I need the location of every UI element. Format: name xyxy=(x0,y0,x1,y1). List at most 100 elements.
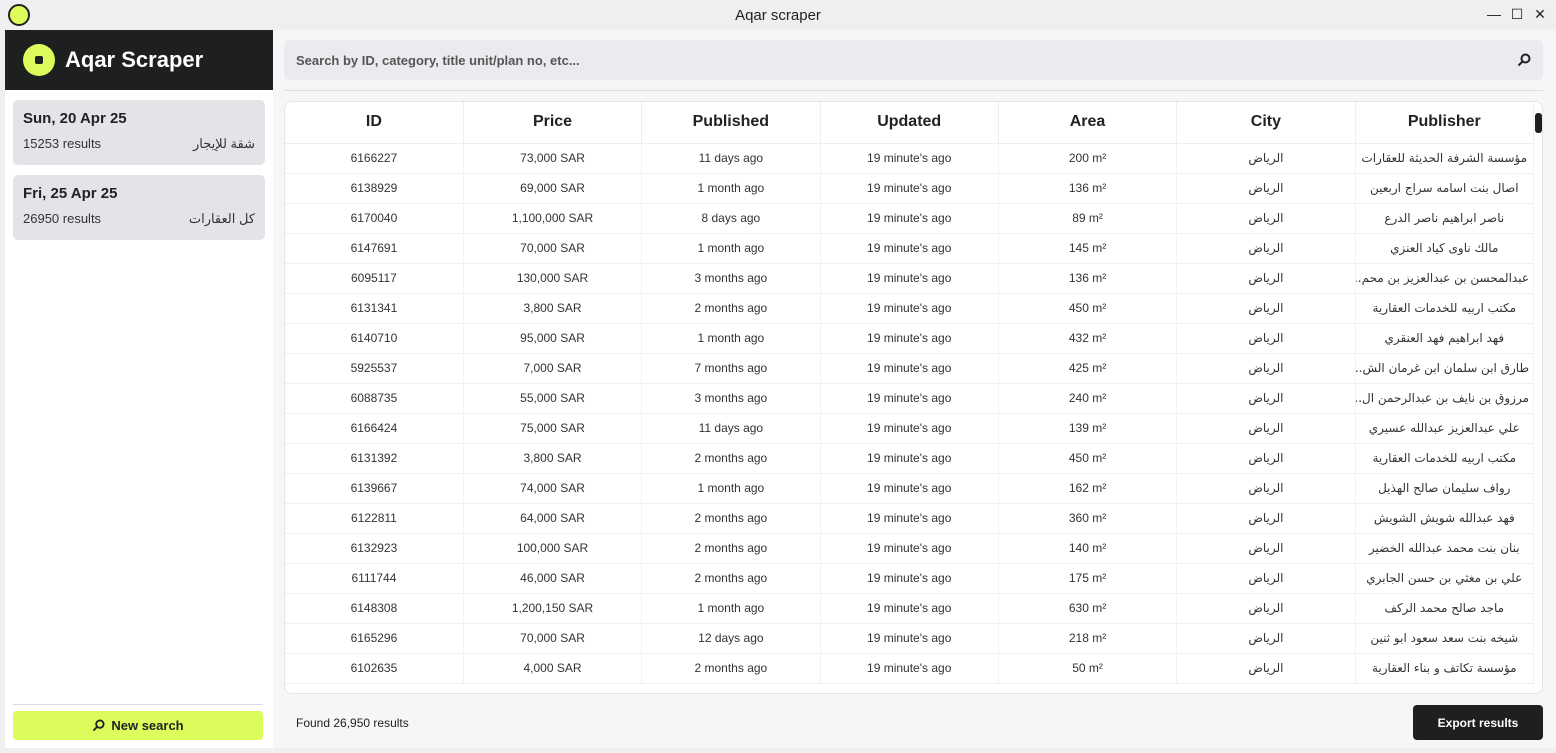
cell-published: 1 month ago xyxy=(641,173,821,204)
cell-published: 1 month ago xyxy=(641,473,821,504)
cell-published: 2 months ago xyxy=(641,653,821,684)
cell-city: الرياض xyxy=(1176,293,1356,324)
export-results-button[interactable]: Export results xyxy=(1413,705,1543,740)
cell-published: 2 months ago xyxy=(641,533,821,564)
search-input[interactable] xyxy=(296,52,1446,68)
cell-publisher: مرزوق بن نايف بن عبدالرحمن ال... xyxy=(1355,383,1535,414)
scrollbar-thumb[interactable] xyxy=(1535,113,1542,133)
results-table: ID Price Published Updated Area City Publisher… xyxy=(284,101,1543,694)
table-row[interactable]: 6138929 69,000 SAR 1 month ago 19 minute's … xyxy=(285,173,1535,204)
history-results: 26950 results xyxy=(23,211,102,226)
new-search-label: New search xyxy=(111,718,184,733)
cell-city: الرياض xyxy=(1176,563,1356,594)
minimize-button[interactable]: — xyxy=(1486,6,1502,22)
cell-price: 7,000 SAR xyxy=(463,353,643,384)
cell-updated: 19 minute's ago xyxy=(820,383,999,414)
history-results: 15253 results xyxy=(23,136,102,151)
cell-id: 6166227 xyxy=(285,143,464,174)
search-icon xyxy=(93,719,105,732)
cell-id: 6095117 xyxy=(285,263,464,294)
new-search-button[interactable]: New search xyxy=(13,711,263,740)
cell-publisher: مؤسسة تكاتف و بناء العقارية xyxy=(1355,653,1535,684)
history-item[interactable]: Fri, 25 Apr 25 26950 results كل العقارات xyxy=(13,175,265,240)
cell-updated: 19 minute's ago xyxy=(820,263,999,294)
cell-published: 8 days ago xyxy=(641,203,821,234)
table-row[interactable]: 6132923 100,000 SAR 2 months ago 19 minute'… xyxy=(285,533,1535,564)
cell-publisher: علي بن مغثي بن حسن الجابري xyxy=(1355,563,1535,594)
cell-area: 425 m² xyxy=(998,353,1178,384)
cell-area: 89 m² xyxy=(998,203,1178,234)
cell-id: 6102635 xyxy=(285,653,464,684)
table-row[interactable]: 6166227 73,000 SAR 11 days ago 19 minute's … xyxy=(285,143,1535,174)
maximize-button[interactable]: ☐ xyxy=(1509,6,1525,22)
sidebar: Aqar Scraper Sun, 20 Apr 25 15253 result… xyxy=(5,30,273,748)
cell-updated: 19 minute's ago xyxy=(820,653,999,684)
table-row[interactable]: 6122811 64,000 SAR 2 months ago 19 minute's… xyxy=(285,503,1535,534)
table-row[interactable]: 6170040 1,100,000 SAR 8 days ago 19 minute'… xyxy=(285,203,1535,234)
cell-area: 175 m² xyxy=(998,563,1178,594)
history-category: كل العقارات xyxy=(188,211,255,226)
table-row[interactable]: 6095117 130,000 SAR 3 months ago 19 minute'… xyxy=(285,263,1535,294)
cell-publisher: عبدالمحسن بن عبدالعزيز بن محم... xyxy=(1355,263,1535,294)
cell-updated: 19 minute's ago xyxy=(820,323,999,354)
history-item[interactable]: Sun, 20 Apr 25 15253 results شقة للإيجار xyxy=(13,100,265,165)
cell-area: 200 m² xyxy=(998,143,1178,174)
cell-publisher: مكتب اربيه للخدمات العقارية xyxy=(1355,443,1535,474)
cell-area: 162 m² xyxy=(998,473,1178,504)
cell-city: الرياض xyxy=(1176,233,1356,264)
history-date: Fri, 25 Apr 25 xyxy=(23,185,118,202)
column-header-area[interactable]: Area xyxy=(998,102,1178,144)
table-row[interactable]: 6102635 4,000 SAR 2 months ago 19 minute's … xyxy=(285,653,1535,684)
cell-price: 64,000 SAR xyxy=(463,503,643,534)
table-row[interactable]: 6088735 55,000 SAR 3 months ago 19 minute's… xyxy=(285,383,1535,414)
cell-published: 2 months ago xyxy=(641,563,821,594)
cell-area: 136 m² xyxy=(998,263,1178,294)
table-row[interactable]: 6131392 3,800 SAR 2 months ago 19 minute's … xyxy=(285,443,1535,474)
cell-updated: 19 minute's ago xyxy=(820,473,999,504)
cell-publisher: فهد عبدالله شويش الشويش xyxy=(1355,503,1535,534)
table-row[interactable]: 6140710 95,000 SAR 1 month ago 19 minute's … xyxy=(285,323,1535,354)
cell-published: 2 months ago xyxy=(641,443,821,474)
table-row[interactable]: 6166424 75,000 SAR 11 days ago 19 minute's … xyxy=(285,413,1535,444)
column-header-published[interactable]: Published xyxy=(641,102,821,144)
cell-id: 5925537 xyxy=(285,353,464,384)
table-row[interactable]: 6131341 3,800 SAR 2 months ago 19 minute's … xyxy=(285,293,1535,324)
cell-id: 6131392 xyxy=(285,443,464,474)
column-header-updated[interactable]: Updated xyxy=(820,102,999,144)
cell-publisher: فهد ابراهيم فهد العنقري xyxy=(1355,323,1535,354)
cell-city: الرياض xyxy=(1176,353,1356,384)
table-row[interactable]: 5925537 7,000 SAR 7 months ago 19 minute's … xyxy=(285,353,1535,384)
table-row[interactable]: 6148308 1,200,150 SAR 1 month ago 19 minute… xyxy=(285,593,1535,624)
cell-publisher: مالك ناوى كياد العنزي xyxy=(1355,233,1535,264)
cell-updated: 19 minute's ago xyxy=(820,143,999,174)
history-category: شقة للإيجار xyxy=(192,136,255,151)
cell-id: 6140710 xyxy=(285,323,464,354)
table-row[interactable]: 6147691 70,000 SAR 1 month ago 19 minute's … xyxy=(285,233,1535,264)
cell-price: 3,800 SAR xyxy=(463,293,643,324)
cell-price: 73,000 SAR xyxy=(463,143,643,174)
table-row[interactable]: 6139667 74,000 SAR 1 month ago 19 minute's … xyxy=(285,473,1535,504)
cell-area: 432 m² xyxy=(998,323,1178,354)
cell-publisher: ماجد صالح محمد الركف xyxy=(1355,593,1535,624)
close-button[interactable]: ✕ xyxy=(1532,6,1548,22)
cell-price: 55,000 SAR xyxy=(463,383,643,414)
cell-updated: 19 minute's ago xyxy=(820,533,999,564)
cell-publisher: بنان بنت محمد عبدالله الخضير xyxy=(1355,533,1535,564)
cell-city: الرياض xyxy=(1176,593,1356,624)
search-bar xyxy=(284,40,1543,80)
cell-area: 240 m² xyxy=(998,383,1178,414)
cell-id: 6122811 xyxy=(285,503,464,534)
column-header-publisher[interactable]: Publisher xyxy=(1355,102,1535,144)
cell-city: الرياض xyxy=(1176,203,1356,234)
brand-header: Aqar Scraper xyxy=(5,30,273,90)
column-header-price[interactable]: Price xyxy=(463,102,643,144)
cell-published: 7 months ago xyxy=(641,353,821,384)
cell-published: 1 month ago xyxy=(641,233,821,264)
search-icon[interactable] xyxy=(1517,53,1531,67)
cell-city: الرياض xyxy=(1176,503,1356,534)
table-row[interactable]: 6165296 70,000 SAR 12 days ago 19 minute's … xyxy=(285,623,1535,654)
column-header-city[interactable]: City xyxy=(1176,102,1356,144)
column-header-id[interactable]: ID xyxy=(285,102,464,144)
cell-published: 1 month ago xyxy=(641,593,821,624)
table-row[interactable]: 6111744 46,000 SAR 2 months ago 19 minute's… xyxy=(285,563,1535,594)
